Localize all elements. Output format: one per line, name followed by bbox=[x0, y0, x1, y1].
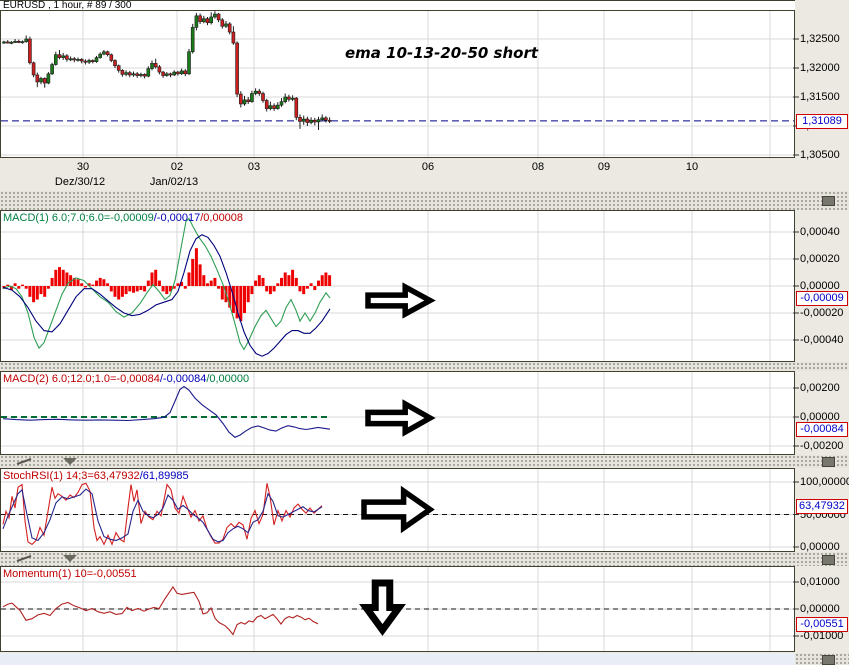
splitter-grip-icon[interactable] bbox=[822, 196, 835, 206]
stoch-header-part: /61,89985 bbox=[140, 470, 189, 482]
x-axis-day-label: 10 bbox=[686, 161, 698, 173]
resize-grip-icon[interactable] bbox=[822, 655, 835, 665]
x-axis-date-label: Jan/02/13 bbox=[150, 176, 198, 188]
splitter-grip-icon[interactable] bbox=[822, 457, 835, 467]
horizontal-scrollbar[interactable] bbox=[0, 653, 849, 665]
line-tool-icon[interactable] bbox=[16, 554, 34, 563]
collapse-triangle-icon[interactable] bbox=[62, 554, 80, 563]
y-tick-label: 0,00000 bbox=[800, 541, 840, 553]
current-value-box-momentum: -0,00551 bbox=[796, 617, 848, 632]
y-tick-label: -0,00040 bbox=[800, 334, 843, 346]
splitter-2[interactable] bbox=[0, 362, 849, 371]
y-tick-label: 0,00200 bbox=[800, 382, 840, 394]
x-axis-day-label: 02 bbox=[171, 161, 183, 173]
x-axis-day-label: 30 bbox=[77, 161, 89, 173]
y-tick-label: 0,00000 bbox=[800, 603, 840, 615]
splitter-3[interactable] bbox=[0, 455, 849, 468]
stoch-header-part: StochRSI(1) 14;3=63,47932 bbox=[3, 470, 140, 482]
momentum-header-part: Momentum(1) 10=-0,00551 bbox=[3, 568, 137, 580]
y-tick-label: -0,00200 bbox=[800, 440, 843, 452]
macd2-header-part: MACD(2) 6.0;12.0;1.0=-0,00084 bbox=[3, 373, 160, 385]
current-value-box-macd1: -0,00009 bbox=[796, 291, 848, 306]
x-axis-day-label: 09 bbox=[598, 161, 610, 173]
macd1-header-part: /-0,00017 bbox=[154, 212, 200, 224]
chart-window: EURUSD , 1 hour, # 89 / 300 1,325001,320… bbox=[0, 0, 849, 665]
current-value-box-macd2: -0,00084 bbox=[796, 422, 848, 437]
macd2-header-part: /-0,00084 bbox=[160, 373, 206, 385]
y-tick-label: 0,00040 bbox=[800, 226, 840, 238]
momentum-header: Momentum(1) 10=-0,00551 bbox=[3, 568, 137, 580]
annotation-text: ema 10-13-20-50 short bbox=[345, 44, 538, 62]
price-chart-panel[interactable] bbox=[0, 10, 795, 158]
splitter-1[interactable] bbox=[0, 191, 849, 210]
current-value-box-price: 1,31089 bbox=[796, 114, 848, 129]
x-axis-date-label: Dez/30/12 bbox=[55, 176, 105, 188]
macd1-panel[interactable] bbox=[0, 210, 795, 362]
y-tick-label: 1,30500 bbox=[800, 149, 840, 161]
macd2-header-part: /0,00000 bbox=[206, 373, 249, 385]
splitter-4[interactable] bbox=[0, 552, 849, 566]
line-tool-icon[interactable] bbox=[16, 457, 34, 466]
collapse-triangle-icon[interactable] bbox=[62, 457, 80, 466]
macd2-header: MACD(2) 6.0;12.0;1.0=-0,00084/-0,00084/0… bbox=[3, 373, 249, 385]
macd1-header: MACD(1) 6.0;7.0;6.0=-0,00009/-0,00017/0,… bbox=[3, 212, 243, 224]
stoch-header: StochRSI(1) 14;3=63,47932/61,89985 bbox=[3, 470, 189, 482]
current-value-box-stoch: 63,47932 bbox=[796, 499, 848, 514]
scrollbar-corner bbox=[795, 653, 849, 665]
x-axis-day-label: 06 bbox=[422, 161, 434, 173]
y-tick-label: 1,32000 bbox=[800, 62, 840, 74]
y-tick-label: -0,00020 bbox=[800, 307, 843, 319]
splitter-grip-icon[interactable] bbox=[822, 555, 835, 565]
y-tick-label: 1,32500 bbox=[800, 33, 840, 45]
macd1-header-part: MACD(1) 6.0;7.0;6.0=-0,00009 bbox=[3, 212, 154, 224]
macd1-header-part: /0,00008 bbox=[200, 212, 243, 224]
x-axis-day-label: 08 bbox=[532, 161, 544, 173]
x-axis-day-label: 03 bbox=[248, 161, 260, 173]
y-tick-label: 1,31500 bbox=[800, 91, 840, 103]
y-tick-label: 0,01000 bbox=[800, 576, 840, 588]
y-tick-label: 0,00020 bbox=[800, 253, 840, 265]
y-tick-label: 100,00000 bbox=[800, 476, 849, 488]
